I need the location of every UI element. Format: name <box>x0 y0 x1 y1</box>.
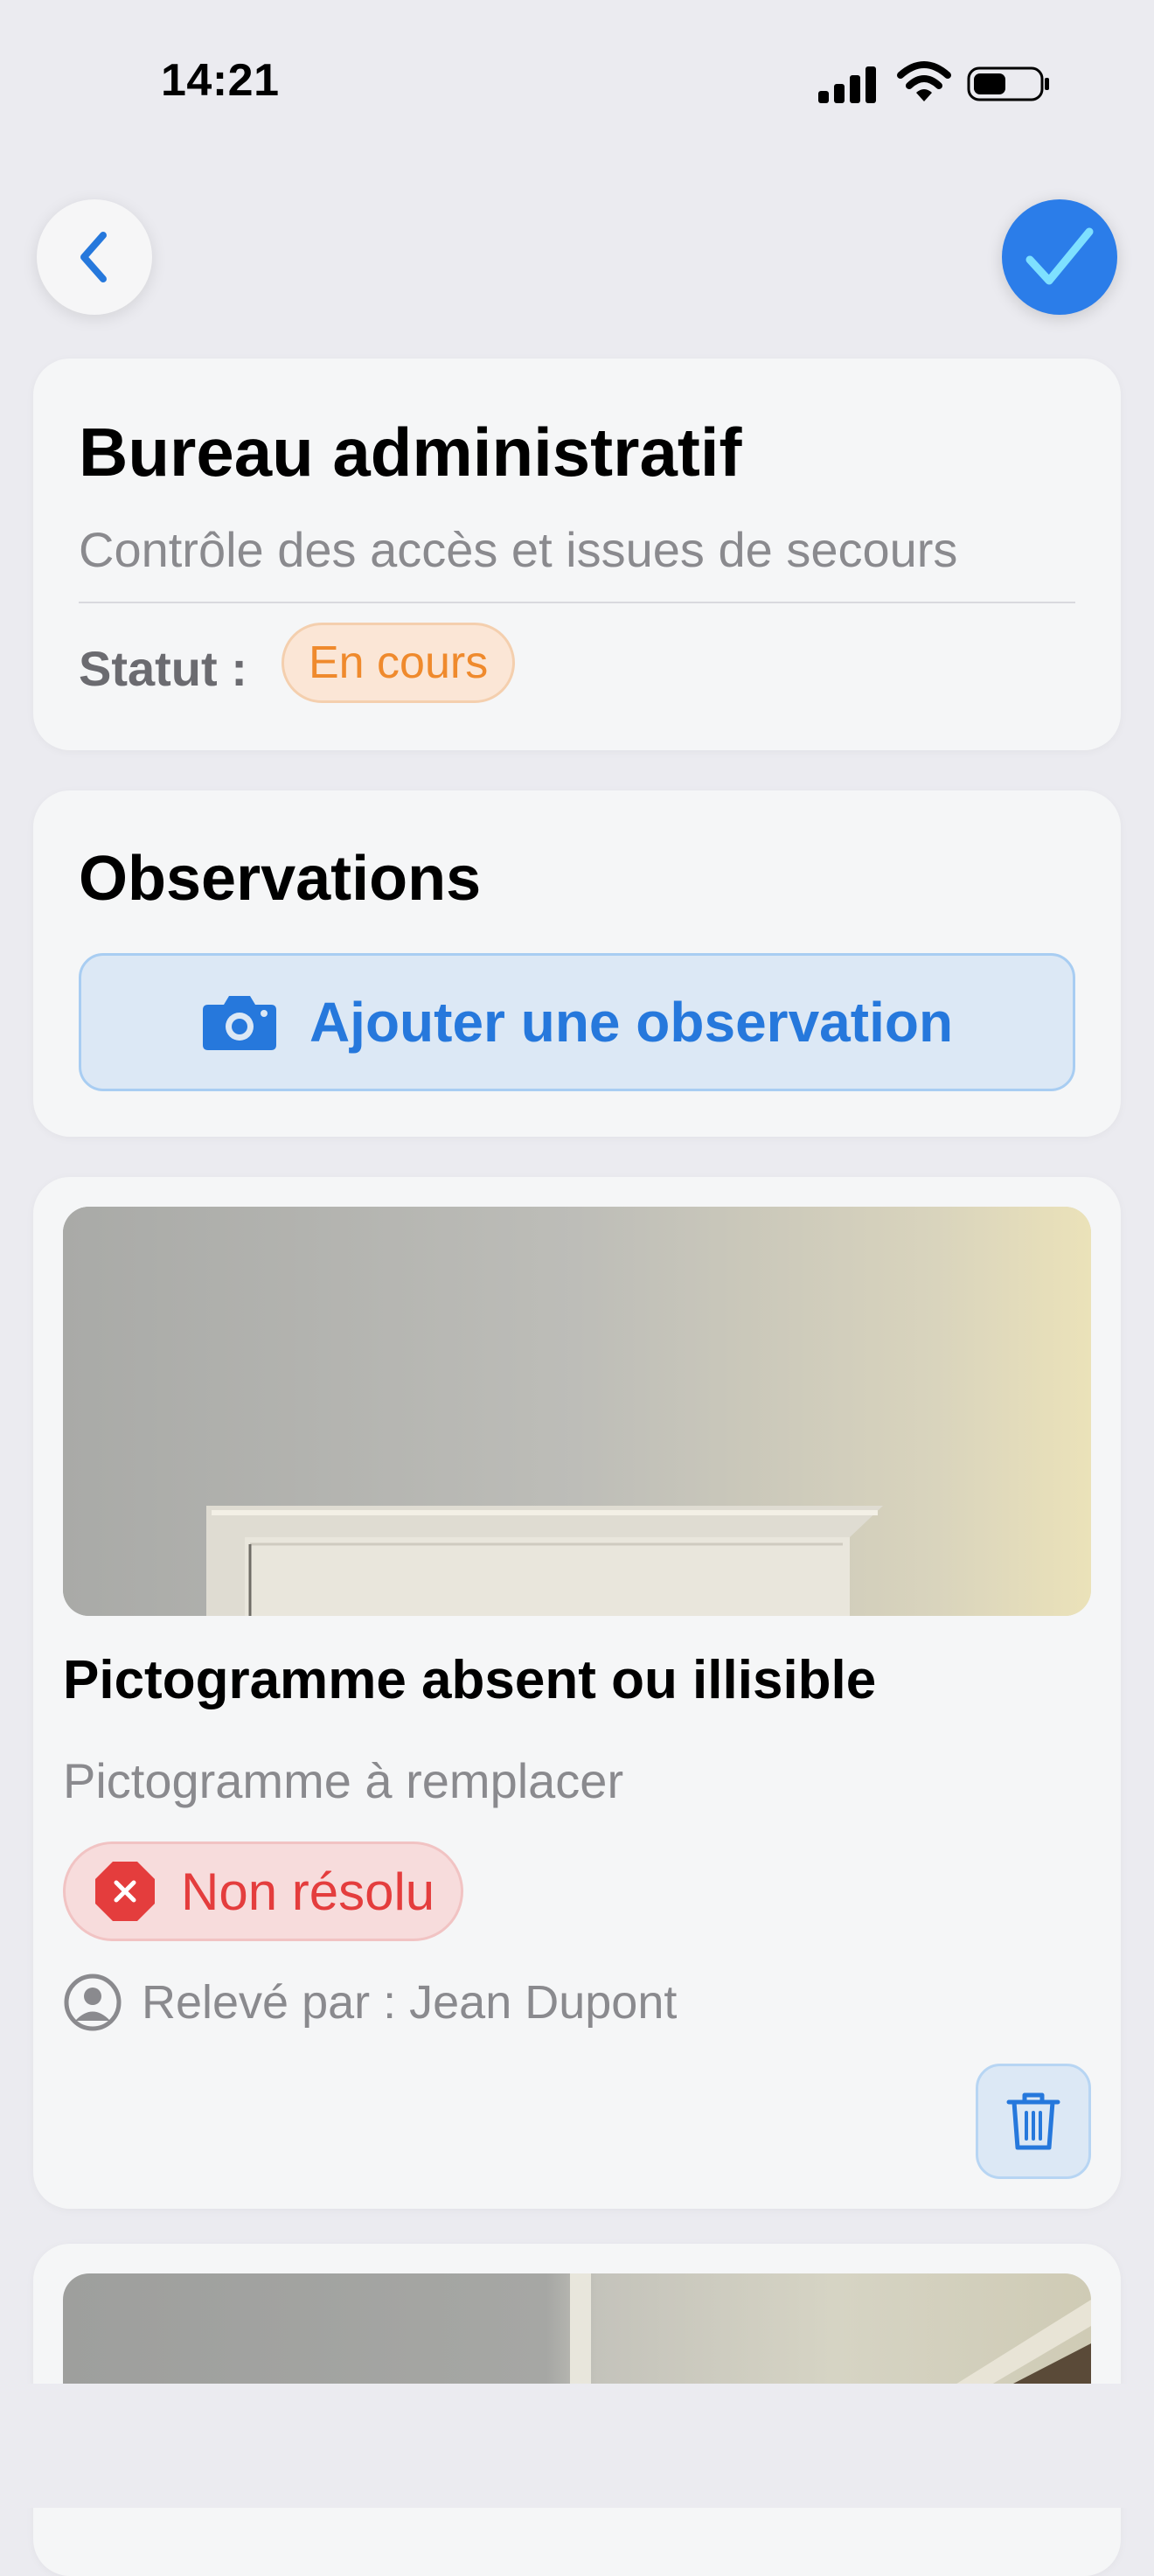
status-badge: En cours <box>282 623 516 703</box>
trash-icon <box>1006 2092 1060 2150</box>
done-button[interactable] <box>1002 199 1117 315</box>
x-octagon-icon <box>95 1862 155 1921</box>
observation-photo-next[interactable] <box>63 2273 1091 2396</box>
cellular-signal-icon <box>818 66 876 103</box>
observation-status-label: Non résolu <box>181 1862 435 1921</box>
delete-observation-button[interactable] <box>976 2064 1091 2179</box>
person-circle-icon <box>64 1974 122 2031</box>
observation-title: Pictogramme absent ou illisible <box>63 1650 877 1710</box>
status-label: Statut : <box>79 641 247 696</box>
page-subtitle: Contrôle des accès et issues de secours <box>79 522 958 577</box>
chevron-left-icon <box>80 232 107 282</box>
status-time: 14:21 <box>161 55 280 106</box>
reporter-text: Relevé par : Jean Dupont <box>142 1976 678 2029</box>
photo-content <box>63 1207 1091 1616</box>
observations-section: Observations Ajouter une observation <box>33 790 1121 1137</box>
camera-icon <box>202 996 276 1050</box>
inspection-header-card: Bureau administratif Contrôle des accès … <box>33 359 1121 750</box>
observation-description: Pictogramme à remplacer <box>63 1753 624 1808</box>
back-button[interactable] <box>37 199 152 315</box>
photo-content-next <box>570 2273 1091 2396</box>
add-observation-button[interactable]: Ajouter une observation <box>79 953 1075 1091</box>
bottom-safe-area <box>0 2384 1154 2508</box>
observation-reporter: Relevé par : Jean Dupont <box>63 1971 677 2034</box>
observation-status-badge: Non résolu <box>63 1841 464 1941</box>
section-title: Observations <box>79 844 482 914</box>
wifi-icon <box>897 61 951 101</box>
observation-photo[interactable] <box>63 1207 1091 1616</box>
add-observation-label: Ajouter une observation <box>309 991 954 1054</box>
checkmark-icon <box>1025 227 1094 285</box>
battery-icon <box>967 66 1049 101</box>
divider <box>79 602 1075 603</box>
page-title: Bureau administratif <box>79 414 742 491</box>
observation-card[interactable]: Pictogramme absent ou illisible Pictogra… <box>33 1177 1121 2209</box>
